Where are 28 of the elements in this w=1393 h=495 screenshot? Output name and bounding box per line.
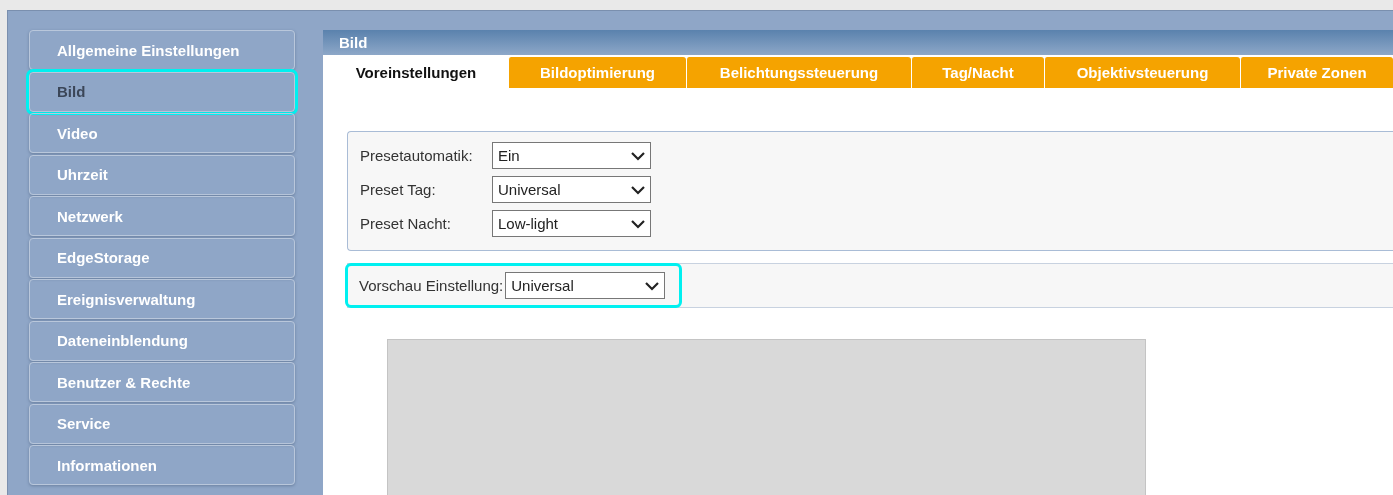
sidebar-item[interactable]: Service: [29, 403, 295, 444]
sidebar-item[interactable]: Netzwerk: [29, 196, 295, 236]
dropdown[interactable]: Low-light: [492, 210, 651, 237]
tab[interactable]: Belichtungssteuerung: [686, 57, 911, 88]
sidebar-item[interactable]: Benutzer & Rechte: [29, 362, 295, 402]
sidebar-item[interactable]: Uhrzeit: [29, 154, 295, 195]
dropdown[interactable]: Universal: [492, 176, 651, 203]
tab[interactable]: Bildoptimierung: [508, 57, 686, 88]
sidebar-item[interactable]: Video: [29, 113, 295, 153]
field-label: Preset Tag:: [360, 181, 437, 198]
tab[interactable]: Private Zonen: [1240, 57, 1393, 88]
sidebar-item[interactable]: Bild: [29, 71, 295, 112]
dropdown[interactable]: Universal: [505, 272, 666, 299]
sidebar-item[interactable]: Informationen: [29, 445, 295, 485]
chevron-down-icon: [644, 280, 661, 291]
sidebar-item[interactable]: Ereignisverwaltung: [29, 279, 295, 319]
sidebar-item[interactable]: Dateneinblendung: [29, 320, 295, 361]
field-label: Presetautomatik:: [360, 147, 474, 164]
sidebar-item[interactable]: EdgeStorage: [29, 237, 295, 278]
chevron-down-icon: [630, 150, 646, 161]
field-label: Vorschau Einstellung:: [359, 277, 504, 294]
chevron-down-icon: [630, 218, 646, 229]
field-label: Preset Nacht:: [360, 215, 452, 232]
dropdown[interactable]: Ein: [492, 142, 651, 169]
chevron-down-icon: [630, 184, 646, 195]
tab[interactable]: Objektivsteuerung: [1044, 57, 1240, 88]
tab[interactable]: Tag/Nacht: [911, 57, 1044, 88]
panel-title: Bild: [323, 30, 1393, 55]
